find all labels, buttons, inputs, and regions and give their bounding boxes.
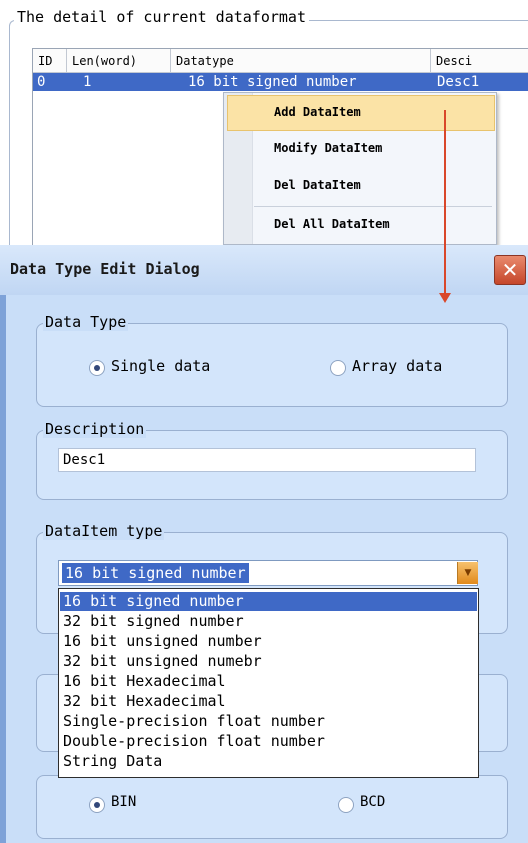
dataitem-type-group-title: DataItem type xyxy=(43,522,165,540)
dialog-title: Data Type Edit Dialog xyxy=(10,260,200,278)
row-desc-cell: Desc1 xyxy=(437,74,480,90)
dataitem-type-select[interactable]: 16 bit signed number ▼ xyxy=(58,560,478,586)
description-input[interactable]: Desc1 xyxy=(58,448,476,472)
dropdown-option[interactable]: 16 bit Hexadecimal xyxy=(60,672,477,691)
annotation-arrow-line xyxy=(444,110,446,295)
menu-item-del-dataitem[interactable]: Del DataItem xyxy=(274,178,361,192)
dataformat-group-title: The detail of current dataformat xyxy=(14,8,309,26)
column-header-desc[interactable]: Desci xyxy=(431,49,528,73)
close-button[interactable]: ✕ xyxy=(494,255,526,285)
dropdown-option[interactable]: 32 bit signed number xyxy=(60,612,477,631)
dropdown-option[interactable]: Double-precision float number xyxy=(60,732,477,751)
dialog-left-edge xyxy=(0,295,6,843)
bcd-label[interactable]: BCD xyxy=(360,794,385,810)
single-data-radio[interactable] xyxy=(89,360,105,376)
menu-separator xyxy=(254,206,492,207)
row-id-cell: 0 xyxy=(37,74,46,90)
row-datatype-cell: 16 bit signed number xyxy=(188,74,357,90)
dropdown-option[interactable]: 16 bit signed number xyxy=(60,592,477,611)
dataitem-type-selected-value: 16 bit signed number xyxy=(62,563,249,583)
chevron-down-icon[interactable]: ▼ xyxy=(457,562,478,584)
row-len-cell: 1 xyxy=(83,74,92,90)
dropdown-option[interactable]: 32 bit Hexadecimal xyxy=(60,692,477,711)
bin-label[interactable]: BIN xyxy=(111,794,136,810)
data-type-group: Data Type Single data Array data xyxy=(36,313,508,407)
context-menu: Add DataItem Modify DataItem Del DataIte… xyxy=(223,92,497,245)
dialog-titlebar[interactable]: Data Type Edit Dialog ✕ xyxy=(0,245,528,295)
column-header-id[interactable]: ID xyxy=(33,49,67,73)
array-data-label[interactable]: Array data xyxy=(352,357,442,375)
dropdown-option[interactable]: String Data xyxy=(60,752,477,771)
single-data-label[interactable]: Single data xyxy=(111,357,210,375)
menu-item-modify-dataitem[interactable]: Modify DataItem xyxy=(274,141,382,155)
column-header-datatype[interactable]: Datatype xyxy=(171,49,431,73)
menu-item-del-all-dataitem[interactable]: Del All DataItem xyxy=(274,217,390,231)
description-group-title: Description xyxy=(43,420,147,438)
column-header-len[interactable]: Len(word) xyxy=(67,49,171,73)
dropdown-option[interactable]: 32 bit unsigned numebr xyxy=(60,652,477,671)
dataitem-type-dropdown[interactable]: 16 bit signed number 32 bit signed numbe… xyxy=(58,588,479,778)
context-menu-highlight xyxy=(227,95,495,131)
code-type-group: BIN BCD xyxy=(36,775,508,839)
menu-item-add-dataitem[interactable]: Add DataItem xyxy=(274,105,361,119)
dropdown-option[interactable]: Single-precision float number xyxy=(60,712,477,731)
bin-radio[interactable] xyxy=(89,797,105,813)
bcd-radio[interactable] xyxy=(338,797,354,813)
annotation-arrow-head xyxy=(439,293,451,303)
data-type-group-title: Data Type xyxy=(43,313,129,331)
array-data-radio[interactable] xyxy=(330,360,346,376)
dropdown-option[interactable]: 16 bit unsigned number xyxy=(60,632,477,651)
